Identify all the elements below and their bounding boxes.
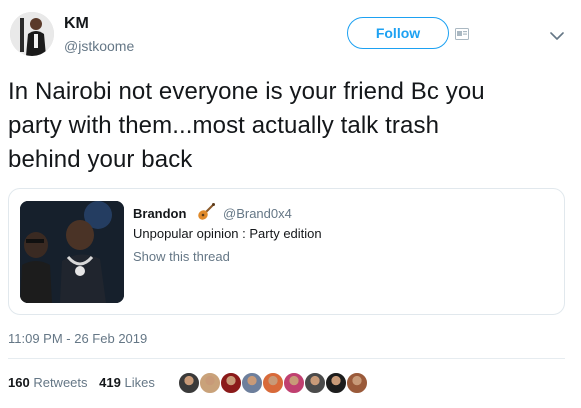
liker-avatar[interactable]	[199, 372, 221, 394]
tweet-text: In Nairobi not everyone is your friend B…	[8, 78, 485, 173]
retweets-count: 160	[8, 375, 30, 390]
tweet-stats: 160 Retweets 419 Likes	[8, 375, 163, 390]
liker-avatars	[178, 372, 368, 396]
quoted-author-name[interactable]: Brandon	[133, 206, 186, 221]
retweets-stat[interactable]: 160 Retweets	[8, 375, 88, 390]
liker-avatar[interactable]	[304, 372, 326, 394]
quoted-tweet-text: Unpopular opinion : Party edition	[133, 226, 322, 241]
liker-avatar[interactable]	[346, 372, 368, 394]
follow-button[interactable]: Follow	[347, 17, 449, 49]
tweet-header: KM @jstkoome Follow	[0, 0, 581, 70]
likes-stat[interactable]: 419 Likes	[99, 375, 155, 390]
author-name[interactable]: KM	[64, 15, 89, 33]
liker-avatar[interactable]	[241, 372, 263, 394]
author-handle[interactable]: @jstkoome	[64, 38, 134, 54]
likes-count: 419	[99, 375, 121, 390]
quoted-author-handle[interactable]: @Brand0x4	[223, 206, 292, 221]
liker-avatar[interactable]	[178, 372, 200, 394]
retweets-label: Retweets	[33, 375, 88, 390]
twitter-card-icon[interactable]	[455, 27, 469, 40]
chevron-down-icon[interactable]	[550, 28, 564, 40]
liker-avatar[interactable]	[283, 372, 305, 394]
tweet-timestamp[interactable]: 11:09 PM - 26 Feb 2019	[8, 331, 147, 346]
divider	[8, 358, 565, 359]
quoted-tweet-image[interactable]	[20, 201, 124, 303]
quoted-tweet-card[interactable]: Brandon @Brand0x4 Unpopular opinion : Pa…	[8, 188, 565, 315]
show-thread-link[interactable]: Show this thread	[133, 249, 230, 264]
liker-avatar[interactable]	[262, 372, 284, 394]
liker-avatar[interactable]	[220, 372, 242, 394]
guitar-icon	[196, 202, 216, 222]
likes-label: Likes	[124, 375, 155, 390]
author-avatar[interactable]	[10, 12, 54, 56]
liker-avatar[interactable]	[325, 372, 347, 394]
